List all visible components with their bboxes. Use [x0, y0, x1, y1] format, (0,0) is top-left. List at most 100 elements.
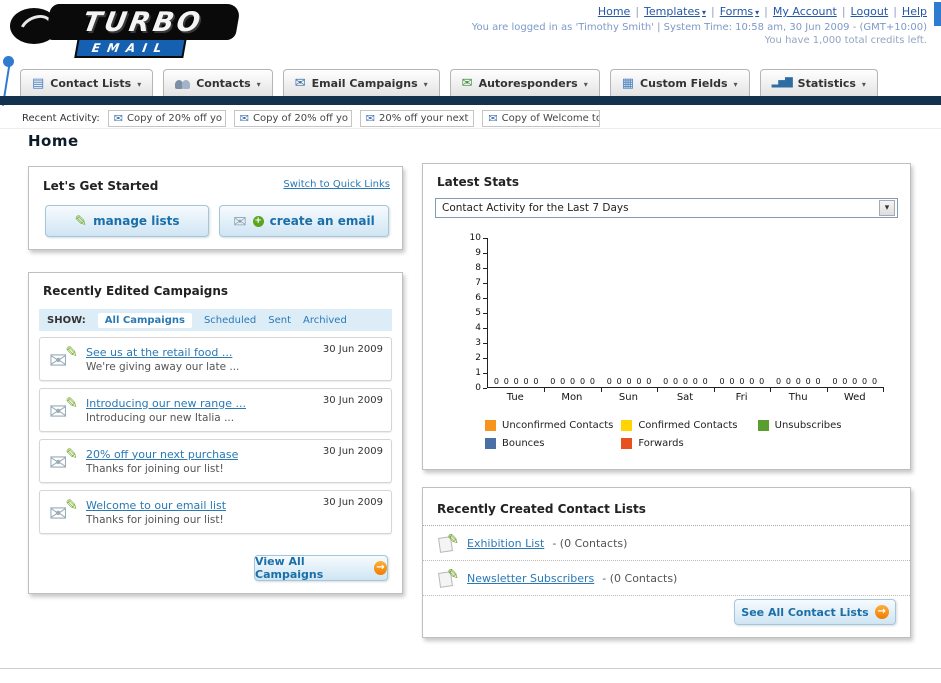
campaign-row[interactable]: 20% off your next purchaseThanks for joi… [39, 439, 392, 483]
top-nav: Home Templates Forms My Account Logout Help [598, 5, 927, 18]
contact-list-link[interactable]: Exhibition List [467, 537, 544, 550]
recent-activity-item[interactable]: ✉ Copy of 20% off yo [107, 109, 226, 127]
page-title: Home [28, 132, 79, 150]
y-tick: 1 [475, 368, 487, 378]
top-link-templates[interactable]: Templates [644, 5, 706, 18]
bar-value-label: 0 [785, 377, 791, 386]
tab-scheduled[interactable]: Scheduled [204, 315, 256, 326]
view-all-campaigns-button[interactable]: View All Campaigns → [254, 555, 388, 581]
bar-value-label: 0 [673, 377, 679, 386]
y-tick: 3 [475, 338, 487, 348]
switch-quick-links-link[interactable]: Switch to Quick Links [283, 179, 390, 190]
bar-value-label: 0 [692, 377, 698, 386]
bar-value-label: 0 [805, 377, 811, 386]
y-tick: 10 [470, 233, 487, 243]
bar-value-label: 0 [702, 377, 708, 386]
recent-activity-item[interactable]: ✉ 20% off your next [359, 109, 475, 127]
contact-list-item[interactable]: Exhibition List - (0 Contacts) [423, 526, 910, 561]
tab-archived[interactable]: Archived [303, 315, 347, 326]
tab-label: Statistics [797, 76, 856, 90]
top-link-my-account[interactable]: My Account [773, 5, 837, 18]
top-link-logout[interactable]: Logout [851, 5, 889, 18]
campaign-title-link[interactable]: 20% off your next purchase [86, 448, 238, 461]
see-all-contact-lists-button[interactable]: See All Contact Lists → [734, 599, 896, 625]
top-link-forms[interactable]: Forms [720, 5, 759, 18]
pencil-paper-icon [437, 567, 459, 588]
divider [706, 5, 720, 18]
contact-list-item[interactable]: Newsletter Subscribers - (0 Contacts) [423, 561, 910, 596]
legend-item: Unconfirmed Contacts [485, 420, 621, 431]
y-tick: 2 [475, 353, 487, 363]
tab-label: Contact Lists [50, 76, 132, 90]
create-email-button[interactable]: ✉ + create an email [219, 205, 389, 237]
chart-category-group: 00000 [544, 238, 603, 392]
bar-value-label: 0 [560, 377, 566, 386]
envelope-edit-icon [48, 394, 78, 424]
tab-sent[interactable]: Sent [268, 315, 291, 326]
chart-x-labels: Tue Mon Sun Sat Fri Thu Wed [487, 392, 883, 408]
manage-lists-button[interactable]: ✎ manage lists [45, 205, 209, 237]
y-tick: 5 [475, 308, 487, 318]
campaign-list: See us at the retail food ...We're givin… [39, 337, 392, 541]
contact-lists-icon: ▤ [32, 75, 45, 91]
chevron-down-icon [137, 77, 141, 90]
campaign-date: 30 Jun 2009 [322, 395, 383, 406]
campaign-title-link[interactable]: Introducing our new range ... [86, 397, 246, 410]
bar-value-label: 0 [570, 377, 576, 386]
top-link-help[interactable]: Help [902, 5, 927, 18]
legend-label: Bounces [502, 438, 545, 449]
tab-all-campaigns[interactable]: All Campaigns [97, 312, 192, 328]
turbo-email-logo[interactable]: TURBO EMAIL [6, 2, 256, 58]
arrow-right-icon: → [374, 561, 387, 575]
stats-period-select[interactable]: Contact Activity for the Last 7 Days [435, 198, 898, 218]
campaign-date: 30 Jun 2009 [322, 446, 383, 457]
envelope-icon: ✉ [233, 211, 247, 231]
recent-activity-item[interactable]: ✉ Copy of 20% off yo [233, 109, 352, 127]
campaign-row[interactable]: Welcome to our email listThanks for join… [39, 490, 392, 534]
tab-contact-lists[interactable]: ▤ Contact Lists [20, 69, 154, 96]
campaign-title-link[interactable]: See us at the retail food ... [86, 346, 239, 359]
grid-icon: ▦ [621, 75, 635, 91]
recent-activity-item[interactable]: ✉ Copy of Welcome to [482, 109, 601, 127]
chevron-down-icon [862, 77, 866, 90]
nav-divider-bar [0, 96, 941, 105]
legend-swatch [621, 420, 633, 431]
campaign-row[interactable]: See us at the retail food ...We're givin… [39, 337, 392, 381]
chevron-down-icon [879, 200, 895, 216]
tab-email-campaigns[interactable]: ✉ Email Campaigns [282, 69, 440, 96]
bar-value-label: 0 [795, 377, 801, 386]
activity-item-label: Copy of Welcome to [501, 112, 601, 124]
create-email-label: create an email [269, 214, 375, 228]
contact-list-link[interactable]: Newsletter Subscribers [467, 572, 594, 585]
tab-statistics[interactable]: ▂▅▇ Statistics [759, 69, 878, 96]
envelope-icon: ✉ [365, 111, 375, 125]
campaign-title-link[interactable]: Welcome to our email list [86, 499, 226, 512]
logo-text-email: EMAIL [74, 38, 187, 58]
tab-label: Custom Fields [640, 76, 728, 90]
tab-autoresponders[interactable]: ✉ Autoresponders [449, 69, 600, 96]
campaign-filter-tabs: SHOW: All Campaigns Scheduled Sent Archi… [39, 309, 392, 331]
tab-contacts[interactable]: Contacts [163, 69, 273, 96]
y-tick: 9 [475, 248, 487, 258]
bar-value-label: 0 [842, 377, 848, 386]
main-nav: ▤ Contact Lists Contacts ✉ Email Campaig… [0, 66, 941, 96]
plus-icon: + [252, 215, 264, 227]
activity-item-label: Copy of 20% off yo [127, 112, 222, 124]
stats-panel-title: Latest Stats [437, 175, 520, 189]
top-link-home[interactable]: Home [598, 5, 630, 18]
legend-swatch [485, 420, 496, 431]
campaign-subtitle: We're giving away our late ... [86, 360, 240, 373]
tab-custom-fields[interactable]: ▦ Custom Fields [609, 69, 750, 96]
chart-category-group: 00000 [601, 238, 659, 392]
legend-swatch [621, 438, 633, 449]
bar-value-label: 0 [749, 377, 755, 386]
bar-value-label: 0 [871, 377, 878, 386]
campaign-row[interactable]: Introducing our new range ...Introducing… [39, 388, 392, 432]
campaign-subtitle: Thanks for joining our list! [86, 513, 224, 526]
envelope-edit-icon [48, 445, 78, 475]
envelope-edit-icon [48, 343, 78, 373]
show-label: SHOW: [47, 314, 86, 326]
bar-value-label: 0 [862, 377, 868, 386]
chart-category-group: 00000 [827, 238, 885, 392]
logo-text-turbo: TURBO [80, 6, 206, 38]
